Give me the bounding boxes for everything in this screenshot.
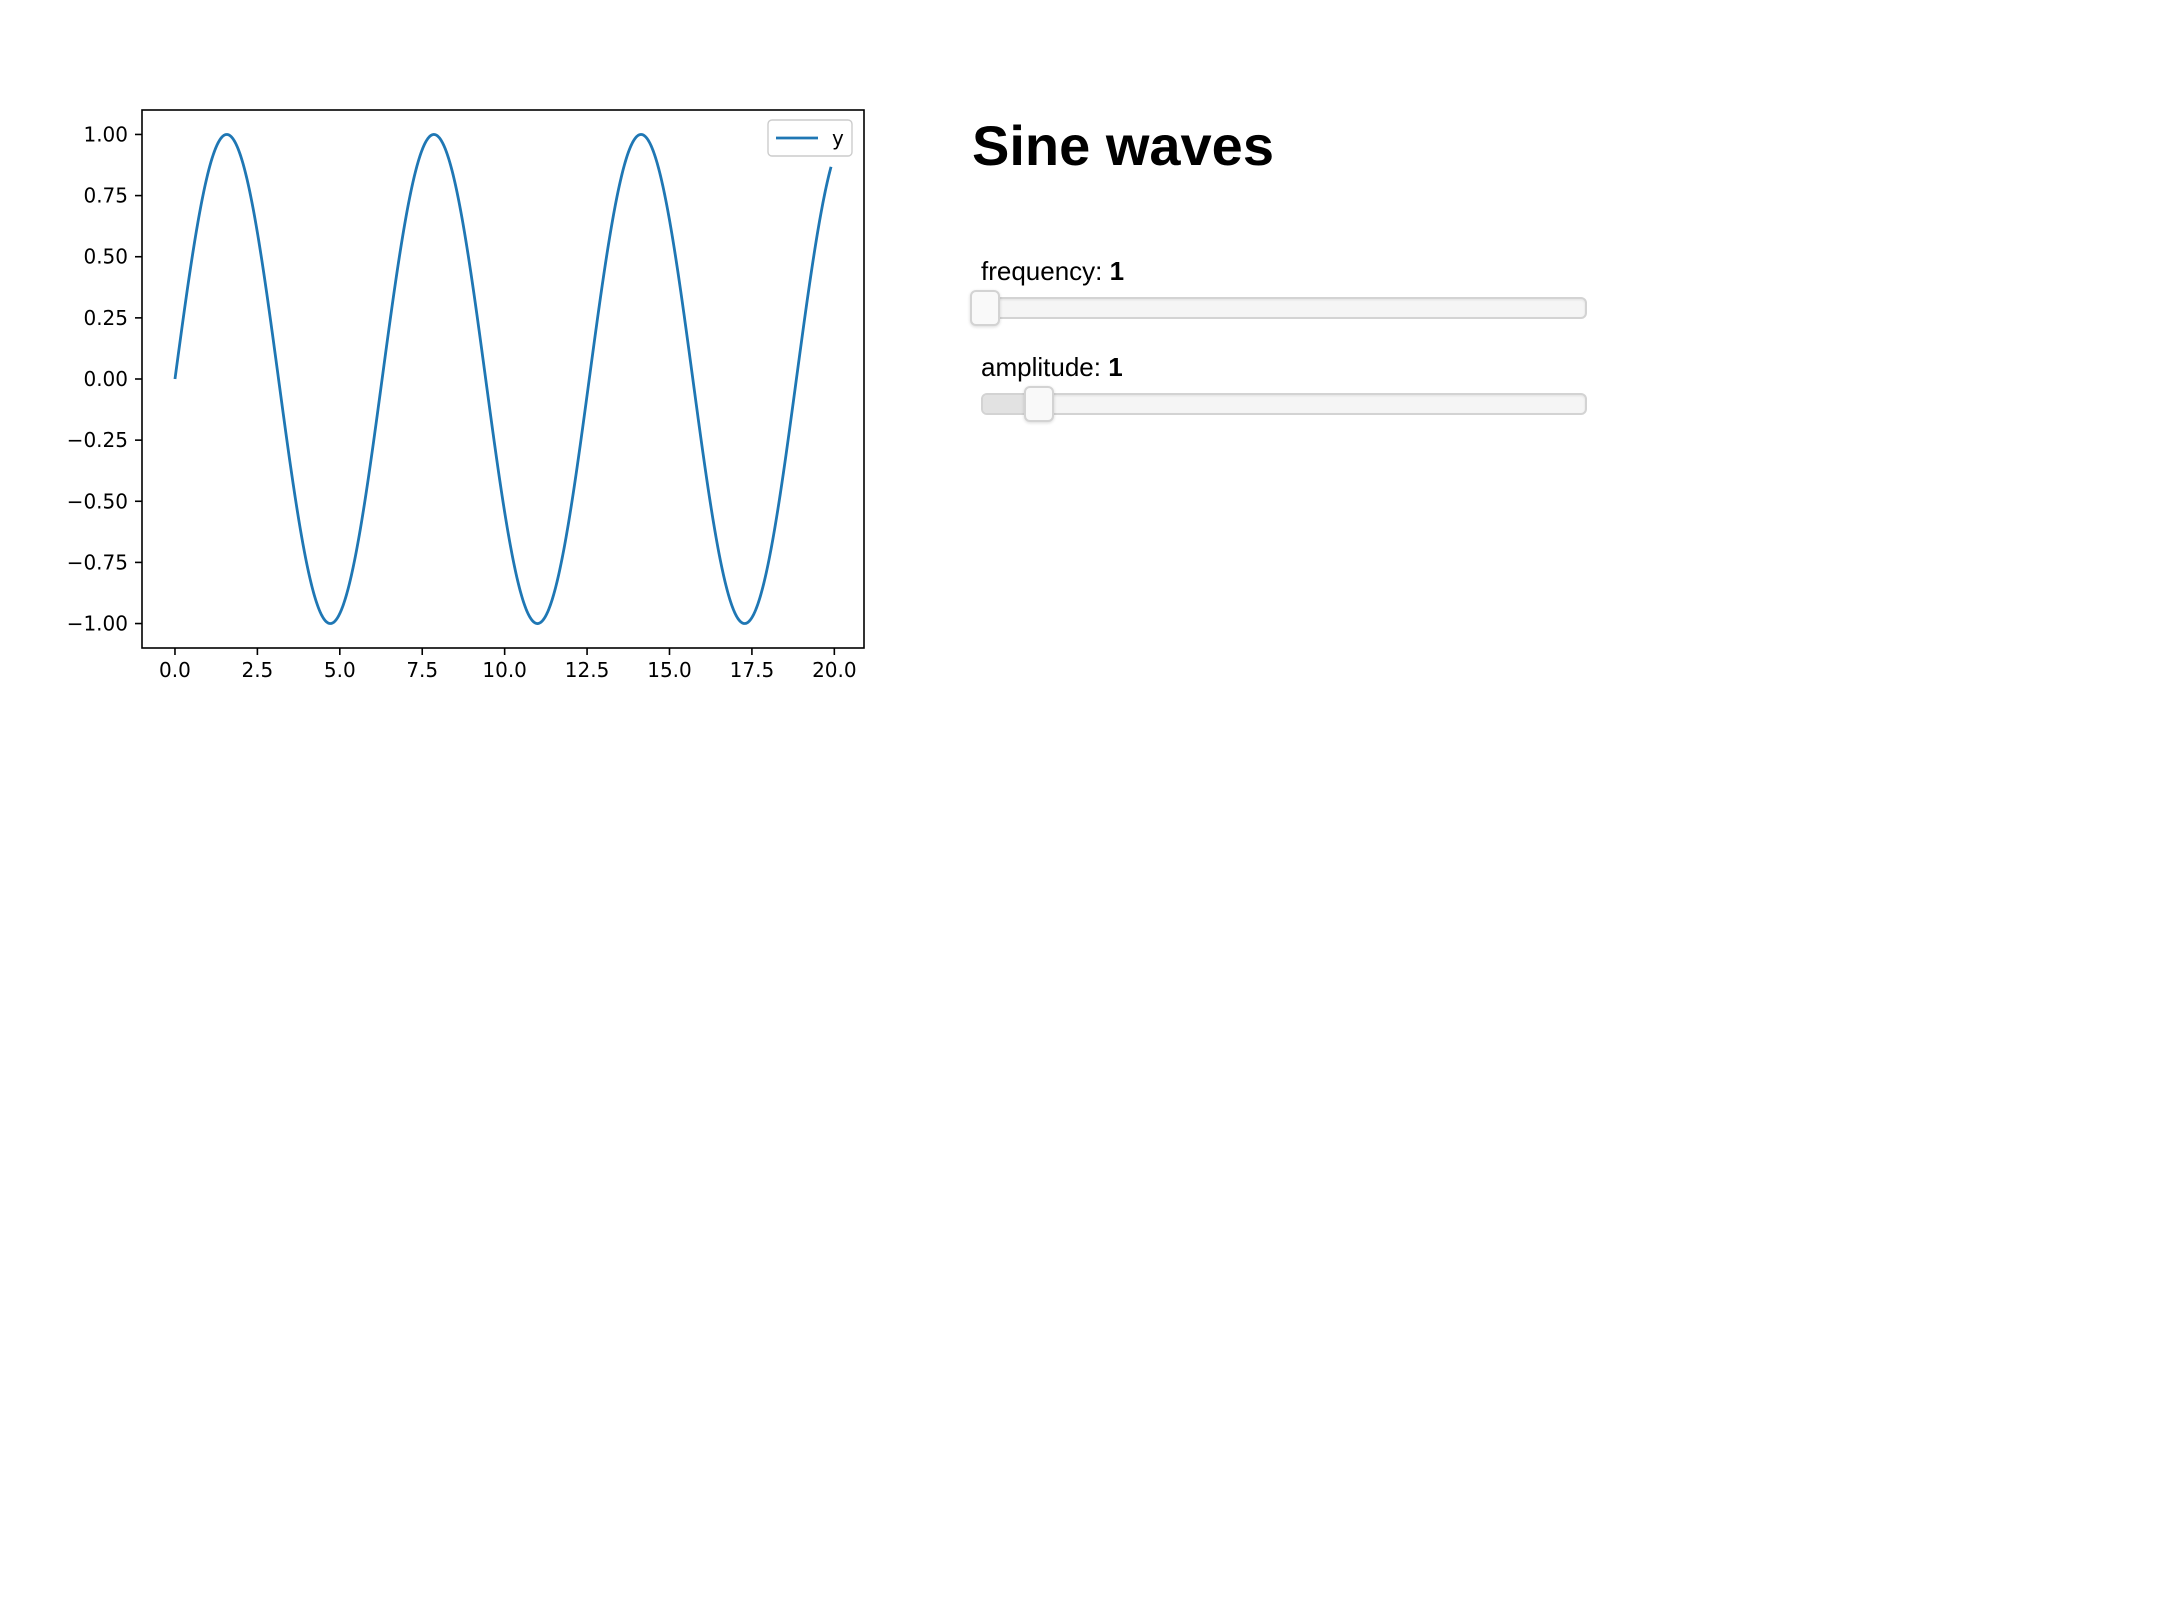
frequency-control: frequency: 1 <box>970 255 1587 326</box>
frequency-slider-handle[interactable] <box>970 290 1000 326</box>
page-title: Sine waves <box>972 114 1274 177</box>
frequency-label: frequency: <box>981 256 1103 286</box>
x-tick-label: 10.0 <box>482 658 527 682</box>
y-tick-label: 0.50 <box>83 245 128 269</box>
legend: y <box>767 119 853 157</box>
plot-svg: 0.0 2.5 5.0 7.5 10.0 12.5 15.0 17.5 20.0 −1.00 −0.… <box>0 0 900 720</box>
y-tick-label: −1.00 <box>67 612 128 636</box>
x-tick-label: 0.0 <box>159 658 191 682</box>
y-tick-label: 0.75 <box>83 184 128 208</box>
x-tick-label: 7.5 <box>406 658 438 682</box>
x-tick-label: 20.0 <box>812 658 857 682</box>
amplitude-slider-handle[interactable] <box>1024 386 1055 422</box>
x-tick-label: 12.5 <box>565 658 610 682</box>
amplitude-value: 1 <box>1108 352 1123 382</box>
x-tick-label: 17.5 <box>730 658 775 682</box>
y-tick-label: 0.00 <box>83 367 128 391</box>
amplitude-label: amplitude: <box>981 352 1101 382</box>
amplitude-slider[interactable] <box>981 386 1587 422</box>
x-tick-label: 5.0 <box>324 658 356 682</box>
x-tick-label: 2.5 <box>241 658 273 682</box>
control-panel: Sine waves frequency: 1 amplitude: 1 <box>970 108 1632 422</box>
y-tick-label: −0.50 <box>67 489 128 513</box>
frequency-label-row: frequency: 1 <box>981 255 1587 287</box>
legend-label-y: y <box>832 126 844 150</box>
y-tick-label: 0.25 <box>83 306 128 330</box>
x-tick-label: 15.0 <box>647 658 692 682</box>
y-tick-label: −0.75 <box>67 550 128 574</box>
y-tick-label: 1.00 <box>83 122 128 146</box>
amplitude-label-row: amplitude: 1 <box>981 351 1587 383</box>
sine-plot: 0.0 2.5 5.0 7.5 10.0 12.5 15.0 17.5 20.0 −1.00 −0.… <box>0 0 900 720</box>
figure-background <box>0 0 900 720</box>
frequency-slider[interactable] <box>970 290 1587 326</box>
y-tick-label: −0.25 <box>67 428 128 452</box>
frequency-value: 1 <box>1109 256 1125 286</box>
amplitude-control: amplitude: 1 <box>981 351 1587 422</box>
